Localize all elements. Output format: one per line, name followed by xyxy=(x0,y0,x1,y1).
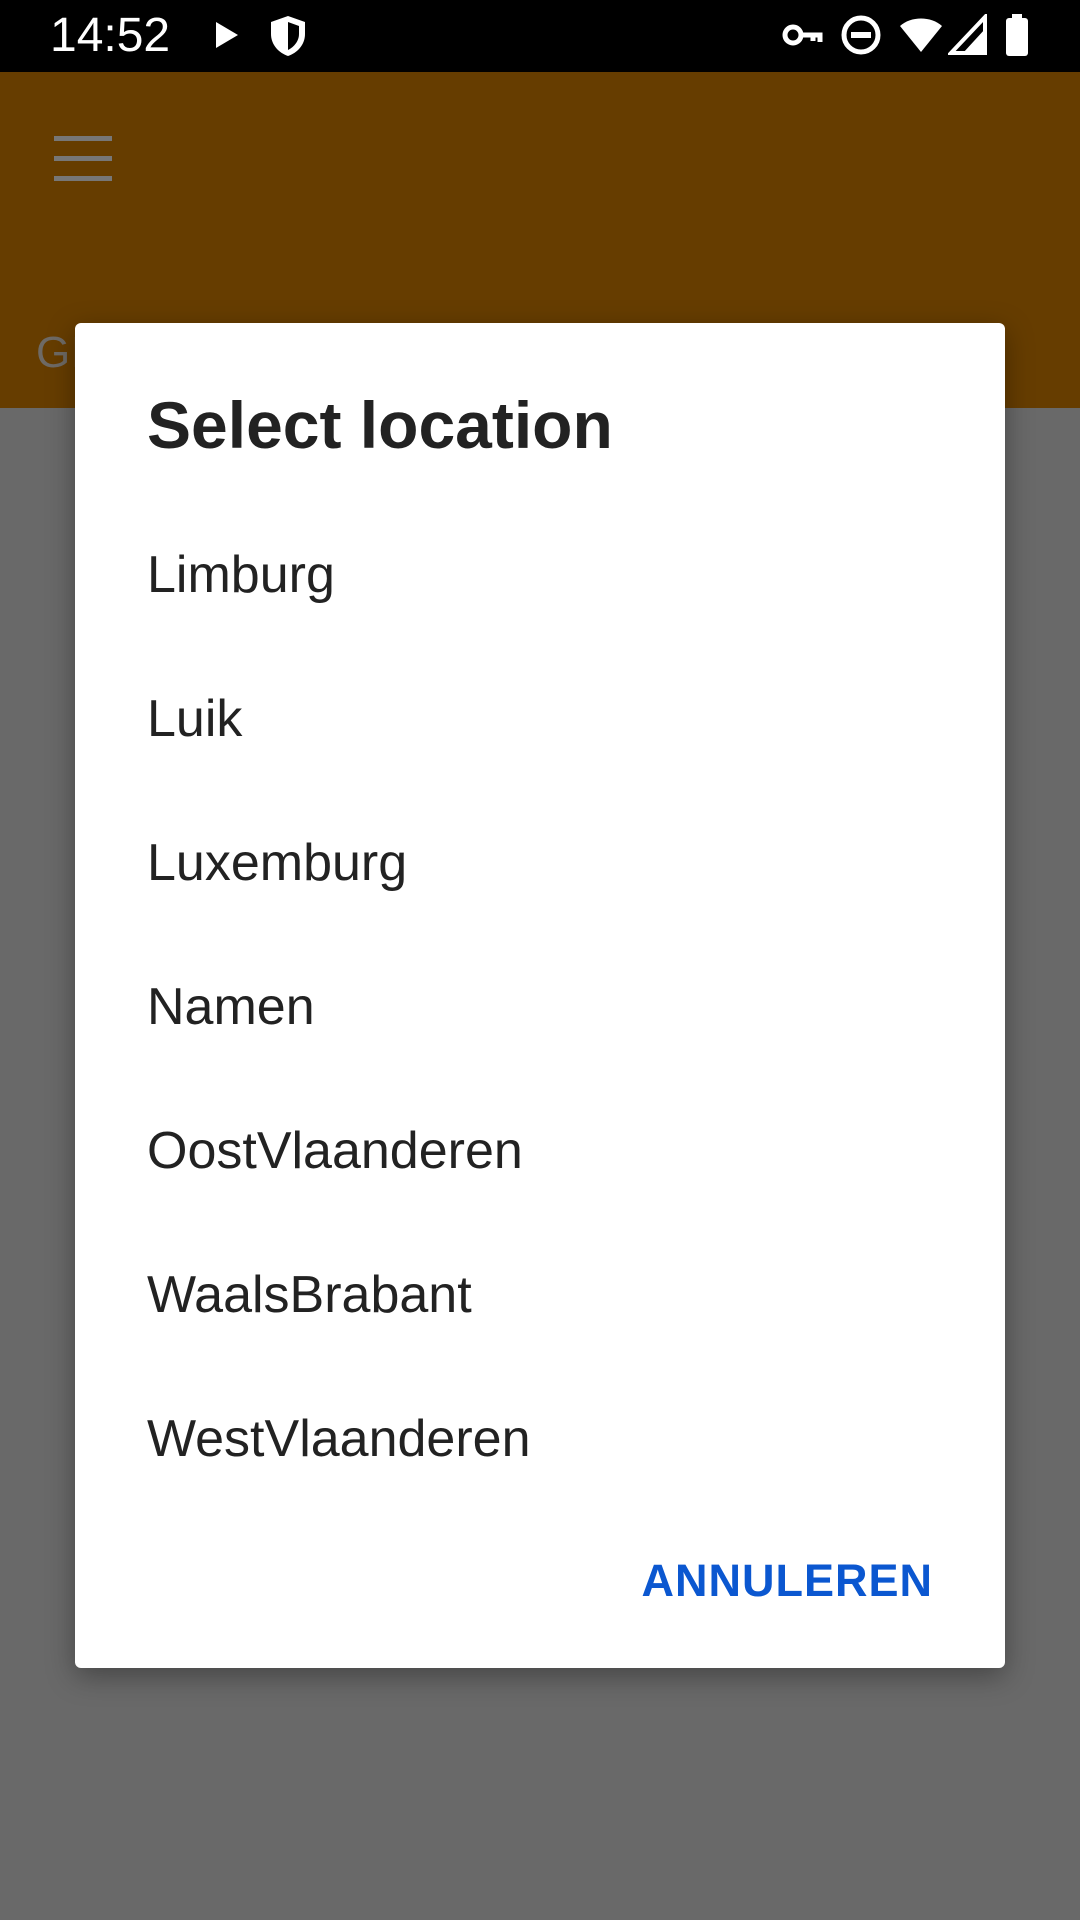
select-location-dialog: Select location Limburg Luik Luxemburg N… xyxy=(75,323,1005,1668)
location-option-luxemburg[interactable]: Luxemburg xyxy=(75,791,1005,935)
dialog-title: Select location xyxy=(147,388,613,462)
key-icon xyxy=(782,24,823,46)
location-option-limburg[interactable]: Limburg xyxy=(75,503,1005,647)
status-bar: 14:52 xyxy=(0,0,1080,72)
location-option-namen[interactable]: Namen xyxy=(75,935,1005,1079)
location-option-waalsbrabant[interactable]: WaalsBrabant xyxy=(75,1223,1005,1367)
status-time: 14:52 xyxy=(50,9,171,62)
hamburger-menu-icon[interactable] xyxy=(54,136,112,182)
signal-icon xyxy=(948,14,987,55)
cancel-button[interactable]: ANNULEREN xyxy=(641,1541,933,1621)
wifi-icon xyxy=(900,18,942,52)
location-option-luik[interactable]: Luik xyxy=(75,647,1005,791)
do-not-disturb-icon xyxy=(841,15,881,55)
location-option-westvlaanderen[interactable]: WestVlaanderen xyxy=(75,1367,1005,1511)
location-option-oostvlaanderen[interactable]: OostVlaanderen xyxy=(75,1079,1005,1223)
shield-icon xyxy=(271,16,305,56)
location-options-list: Limburg Luik Luxemburg Namen OostVlaande… xyxy=(75,503,1005,1511)
play-icon xyxy=(216,22,238,48)
battery-icon xyxy=(1006,14,1028,56)
